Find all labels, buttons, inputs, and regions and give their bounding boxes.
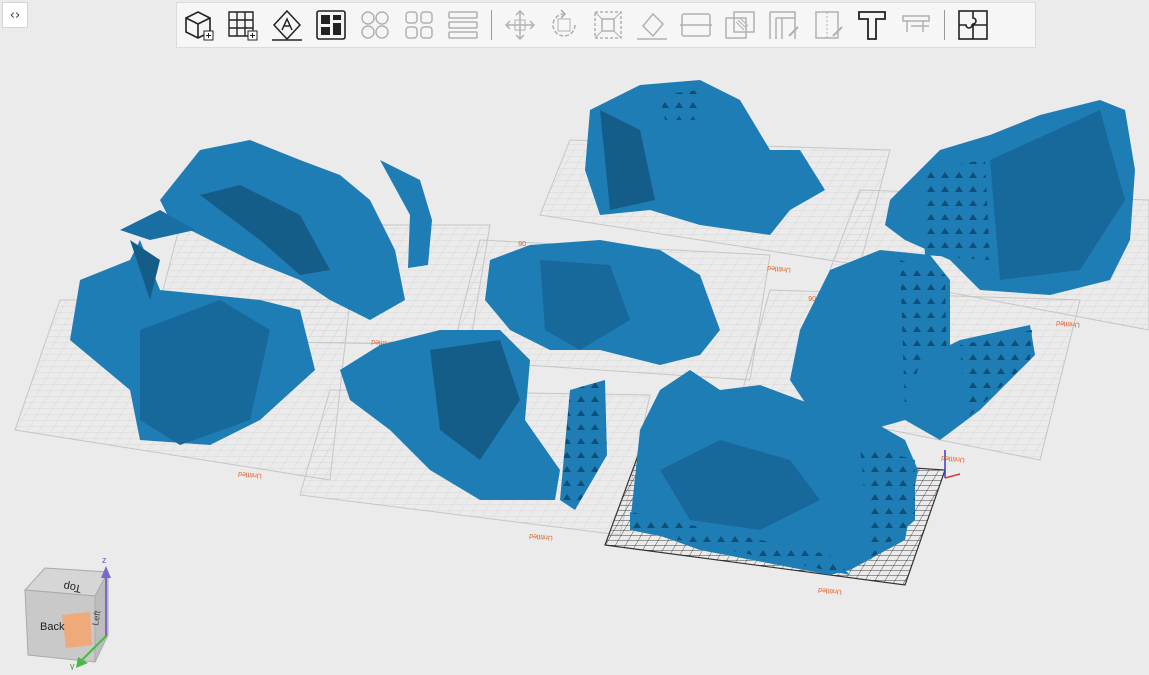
lay-flat-icon [637, 12, 667, 40]
toolbar-separator [491, 10, 492, 40]
support-paint-button[interactable] [762, 3, 806, 47]
rotate-button[interactable] [542, 3, 586, 47]
plate-number-2: 06 [808, 294, 816, 301]
caliper-icon [902, 15, 930, 32]
seam-paint-button[interactable] [806, 3, 850, 47]
add-cube-button[interactable] [177, 3, 221, 47]
plate-label-1: Untitled [238, 470, 262, 479]
duplicate-button[interactable] [353, 3, 397, 47]
plate-label-6: Untitled [818, 586, 842, 595]
move-arrows-icon [504, 9, 536, 41]
plate-label-2: Untitled [529, 532, 553, 541]
plate-label-3: Untitled [767, 264, 791, 273]
auto-orient-button[interactable] [265, 3, 309, 47]
hollow-box-icon [725, 11, 755, 39]
split-squares-icon [405, 11, 433, 39]
view-cube-back-label: Back [40, 621, 65, 633]
assembly-button[interactable] [951, 3, 995, 47]
scene: Untitled Untitled Untitled Untitled Unti… [14, 80, 1149, 671]
rotate-icon [552, 9, 576, 37]
toolbar-separator [944, 10, 945, 40]
letter-a-diamond-icon [272, 9, 302, 41]
text-button[interactable] [850, 3, 894, 47]
move-button[interactable] [498, 3, 542, 47]
plate-number-1: 06 [518, 239, 526, 246]
arrange-button[interactable] [309, 3, 353, 47]
cut-plane-icon [680, 13, 712, 37]
3d-viewport[interactable]: Untitled Untitled Untitled Untitled Unti… [0, 0, 1149, 671]
cut-button[interactable] [674, 3, 718, 47]
grid-plus-icon [228, 11, 258, 41]
main-toolbar [176, 2, 1036, 48]
plate-label-5: Untitled [941, 454, 965, 463]
four-circles-icon [361, 11, 389, 39]
lay-flat-button[interactable] [630, 3, 674, 47]
layers-button[interactable] [441, 3, 485, 47]
layout-panels-icon [316, 10, 346, 40]
measure-button[interactable] [894, 3, 938, 47]
text-t-icon [858, 11, 886, 40]
hollow-button[interactable] [718, 3, 762, 47]
add-plate-button[interactable] [221, 3, 265, 47]
plate-label-4: Untitled [1056, 319, 1080, 328]
support-brush-icon [769, 11, 799, 39]
puzzle-icon [958, 10, 988, 40]
seam-brush-icon [815, 11, 843, 39]
scale-button[interactable] [586, 3, 630, 47]
stacked-bars-icon [448, 11, 478, 39]
axis-z-label: z [102, 555, 107, 565]
cube-plus-icon [185, 11, 214, 41]
split-button[interactable] [397, 3, 441, 47]
collapse-panel-button[interactable]: ‹› [2, 2, 28, 28]
view-cube[interactable]: Top Back Left z y [23, 555, 111, 671]
scale-box-icon [594, 11, 622, 39]
axis-y-label: y [70, 661, 75, 670]
